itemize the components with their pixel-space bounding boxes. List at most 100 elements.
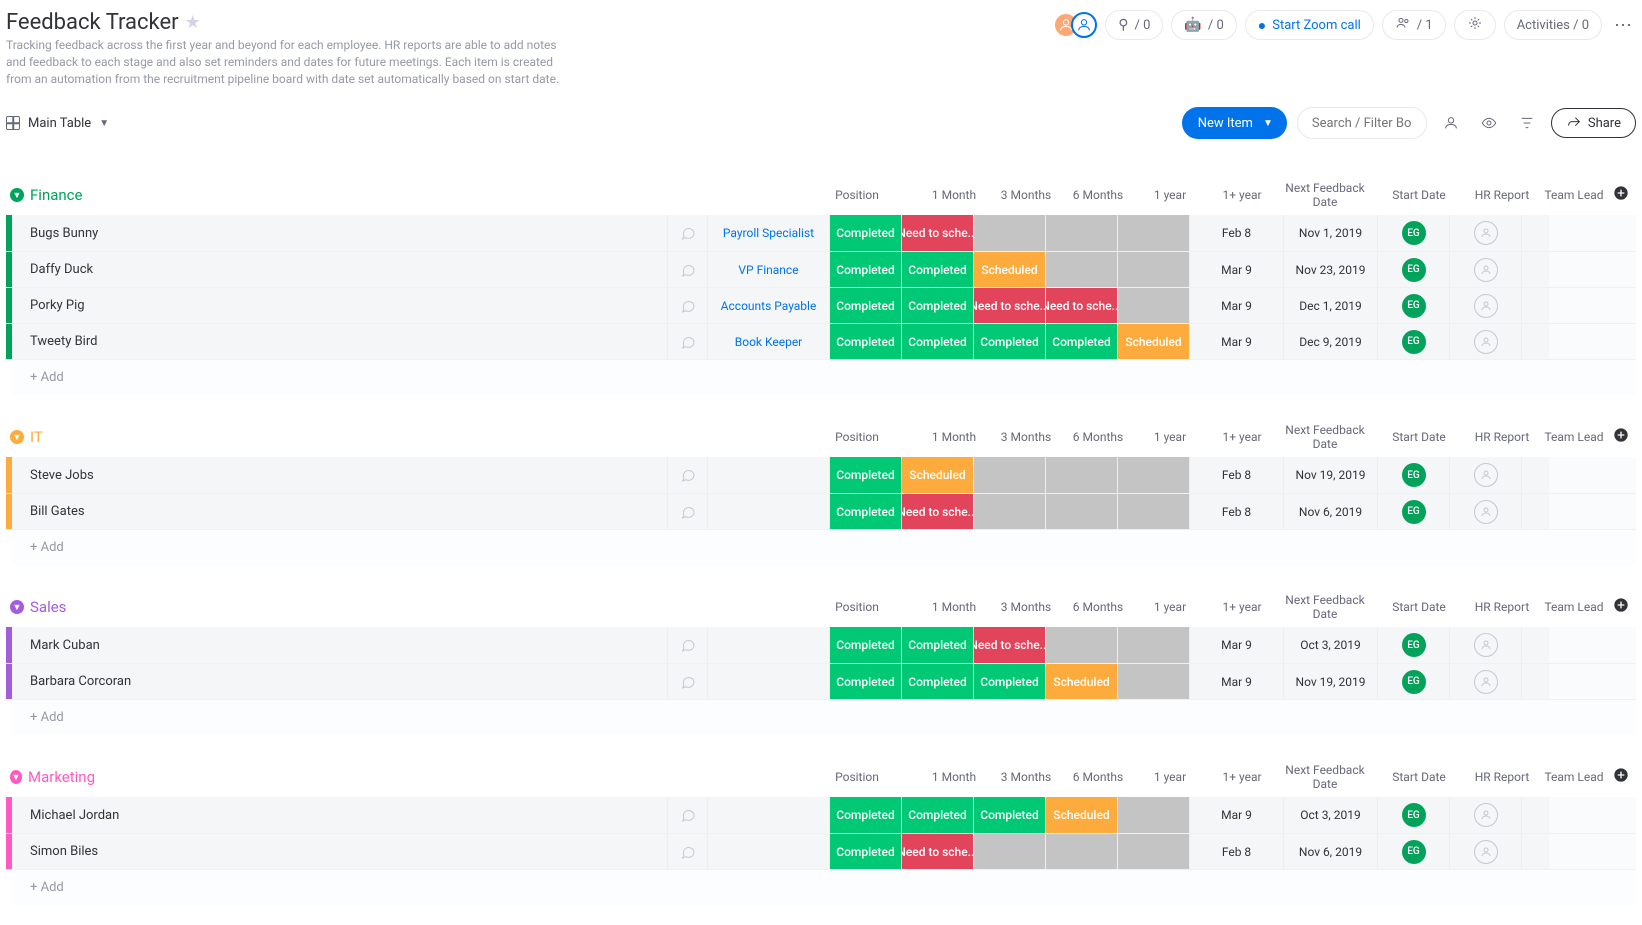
- zoom-button[interactable]: ●Start Zoom call: [1245, 10, 1374, 40]
- chat-icon[interactable]: [667, 324, 707, 359]
- item-name[interactable]: Bugs Bunny: [12, 215, 667, 251]
- item-name[interactable]: Daffy Duck: [12, 252, 667, 287]
- view-selector[interactable]: Main Table ▼: [6, 116, 109, 131]
- status-cell[interactable]: Completed: [829, 288, 901, 323]
- group-name[interactable]: Sales: [30, 598, 66, 616]
- item-name[interactable]: Steve Jobs: [12, 457, 667, 493]
- column-header[interactable]: 3 Months: [990, 770, 1062, 784]
- column-header[interactable]: Position: [796, 770, 918, 784]
- board-description[interactable]: Tracking feedback across the first year …: [6, 37, 566, 87]
- status-cell[interactable]: [1045, 627, 1117, 663]
- status-cell[interactable]: Need to sche...: [973, 288, 1045, 323]
- status-cell[interactable]: Need to sche...: [973, 627, 1045, 663]
- status-cell[interactable]: [1117, 797, 1189, 833]
- eye-icon[interactable]: [1475, 109, 1503, 137]
- team-lead-cell[interactable]: [1449, 215, 1521, 251]
- column-header[interactable]: 1 Month: [918, 600, 990, 614]
- status-cell[interactable]: Scheduled: [973, 252, 1045, 287]
- column-header[interactable]: 6 Months: [1062, 600, 1134, 614]
- table-row[interactable]: Mark CubanCompletedCompletedNeed to sche…: [6, 627, 1636, 663]
- column-header[interactable]: HR Report: [1466, 430, 1538, 444]
- column-header[interactable]: Start Date: [1372, 600, 1466, 614]
- hr-report-cell[interactable]: EG: [1377, 324, 1449, 359]
- group-collapse-toggle[interactable]: ▼: [10, 188, 24, 202]
- more-menu-icon[interactable]: ⋯: [1610, 15, 1636, 36]
- status-cell[interactable]: [1117, 457, 1189, 493]
- status-cell[interactable]: Completed: [829, 215, 901, 251]
- column-header[interactable]: 1+ year: [1206, 430, 1278, 444]
- column-header[interactable]: Next Feedback Date: [1278, 423, 1372, 451]
- avatar[interactable]: [1071, 12, 1097, 38]
- add-row[interactable]: + Add: [6, 529, 1636, 565]
- column-header[interactable]: 6 Months: [1062, 770, 1134, 784]
- chat-icon[interactable]: [667, 627, 707, 663]
- column-header[interactable]: 1+ year: [1206, 188, 1278, 202]
- column-header[interactable]: 1 Month: [918, 770, 990, 784]
- status-cell[interactable]: Completed: [829, 494, 901, 529]
- start-date-cell[interactable]: Nov 6, 2019: [1283, 494, 1377, 529]
- status-cell[interactable]: Completed: [829, 664, 901, 699]
- chat-icon[interactable]: [667, 494, 707, 529]
- hr-report-cell[interactable]: EG: [1377, 627, 1449, 663]
- column-header[interactable]: 1+ year: [1206, 770, 1278, 784]
- group-name[interactable]: Marketing: [28, 768, 95, 786]
- chat-icon[interactable]: [667, 288, 707, 323]
- position-cell[interactable]: [707, 664, 829, 699]
- column-header[interactable]: 1 year: [1134, 600, 1206, 614]
- status-cell[interactable]: Completed: [973, 324, 1045, 359]
- status-cell[interactable]: [1117, 627, 1189, 663]
- status-cell[interactable]: [1117, 252, 1189, 287]
- column-header[interactable]: Position: [796, 430, 918, 444]
- table-row[interactable]: Tweety BirdBook KeeperCompletedCompleted…: [6, 323, 1636, 359]
- chat-icon[interactable]: [667, 457, 707, 493]
- hr-report-cell[interactable]: EG: [1377, 457, 1449, 493]
- team-lead-cell[interactable]: [1449, 324, 1521, 359]
- chat-icon[interactable]: [667, 215, 707, 251]
- table-row[interactable]: Simon BilesCompletedNeed to sche...Feb 8…: [6, 833, 1636, 869]
- status-cell[interactable]: Completed: [901, 664, 973, 699]
- status-cell[interactable]: [973, 834, 1045, 869]
- status-cell[interactable]: [1117, 834, 1189, 869]
- hr-report-cell[interactable]: EG: [1377, 252, 1449, 287]
- status-cell[interactable]: Scheduled: [1045, 797, 1117, 833]
- status-cell[interactable]: Need to sche...: [1045, 288, 1117, 323]
- hr-report-cell[interactable]: EG: [1377, 834, 1449, 869]
- start-date-cell[interactable]: Nov 6, 2019: [1283, 834, 1377, 869]
- table-row[interactable]: Steve JobsCompletedScheduledFeb 8Nov 19,…: [6, 457, 1636, 493]
- item-name[interactable]: Porky Pig: [12, 288, 667, 323]
- board-title[interactable]: Feedback Tracker: [6, 10, 179, 35]
- status-cell[interactable]: Completed: [901, 252, 973, 287]
- next-feedback-date-cell[interactable]: Feb 8: [1189, 834, 1283, 869]
- add-row[interactable]: + Add: [6, 359, 1636, 395]
- add-row[interactable]: + Add: [6, 699, 1636, 735]
- table-row[interactable]: Bill GatesCompletedNeed to sche...Feb 8N…: [6, 493, 1636, 529]
- search-input[interactable]: [1297, 107, 1427, 139]
- column-header[interactable]: Position: [796, 188, 918, 202]
- share-button[interactable]: Share: [1551, 108, 1636, 138]
- next-feedback-date-cell[interactable]: Mar 9: [1189, 627, 1283, 663]
- hr-report-cell[interactable]: EG: [1377, 797, 1449, 833]
- status-cell[interactable]: Completed: [829, 324, 901, 359]
- team-lead-cell[interactable]: [1449, 252, 1521, 287]
- item-name[interactable]: Barbara Corcoran: [12, 664, 667, 699]
- position-cell[interactable]: VP Finance: [707, 252, 829, 287]
- next-feedback-date-cell[interactable]: Mar 9: [1189, 797, 1283, 833]
- table-row[interactable]: Daffy DuckVP FinanceCompletedCompletedSc…: [6, 251, 1636, 287]
- column-header[interactable]: 1 Month: [918, 430, 990, 444]
- status-cell[interactable]: Need to sche...: [901, 215, 973, 251]
- hr-report-cell[interactable]: EG: [1377, 215, 1449, 251]
- board-members[interactable]: [1053, 12, 1097, 38]
- status-cell[interactable]: Need to sche...: [901, 834, 973, 869]
- table-row[interactable]: Barbara CorcoranCompletedCompletedComple…: [6, 663, 1636, 699]
- next-feedback-date-cell[interactable]: Mar 9: [1189, 252, 1283, 287]
- column-header[interactable]: 1 year: [1134, 188, 1206, 202]
- status-cell[interactable]: Completed: [973, 797, 1045, 833]
- column-header[interactable]: Position: [796, 600, 918, 614]
- hr-report-cell[interactable]: EG: [1377, 494, 1449, 529]
- group-name[interactable]: Finance: [30, 186, 82, 204]
- integrations-pill[interactable]: [1454, 10, 1496, 40]
- start-date-cell[interactable]: Nov 19, 2019: [1283, 664, 1377, 699]
- column-header[interactable]: Start Date: [1372, 188, 1466, 202]
- position-cell[interactable]: Book Keeper: [707, 324, 829, 359]
- column-header[interactable]: Start Date: [1372, 770, 1466, 784]
